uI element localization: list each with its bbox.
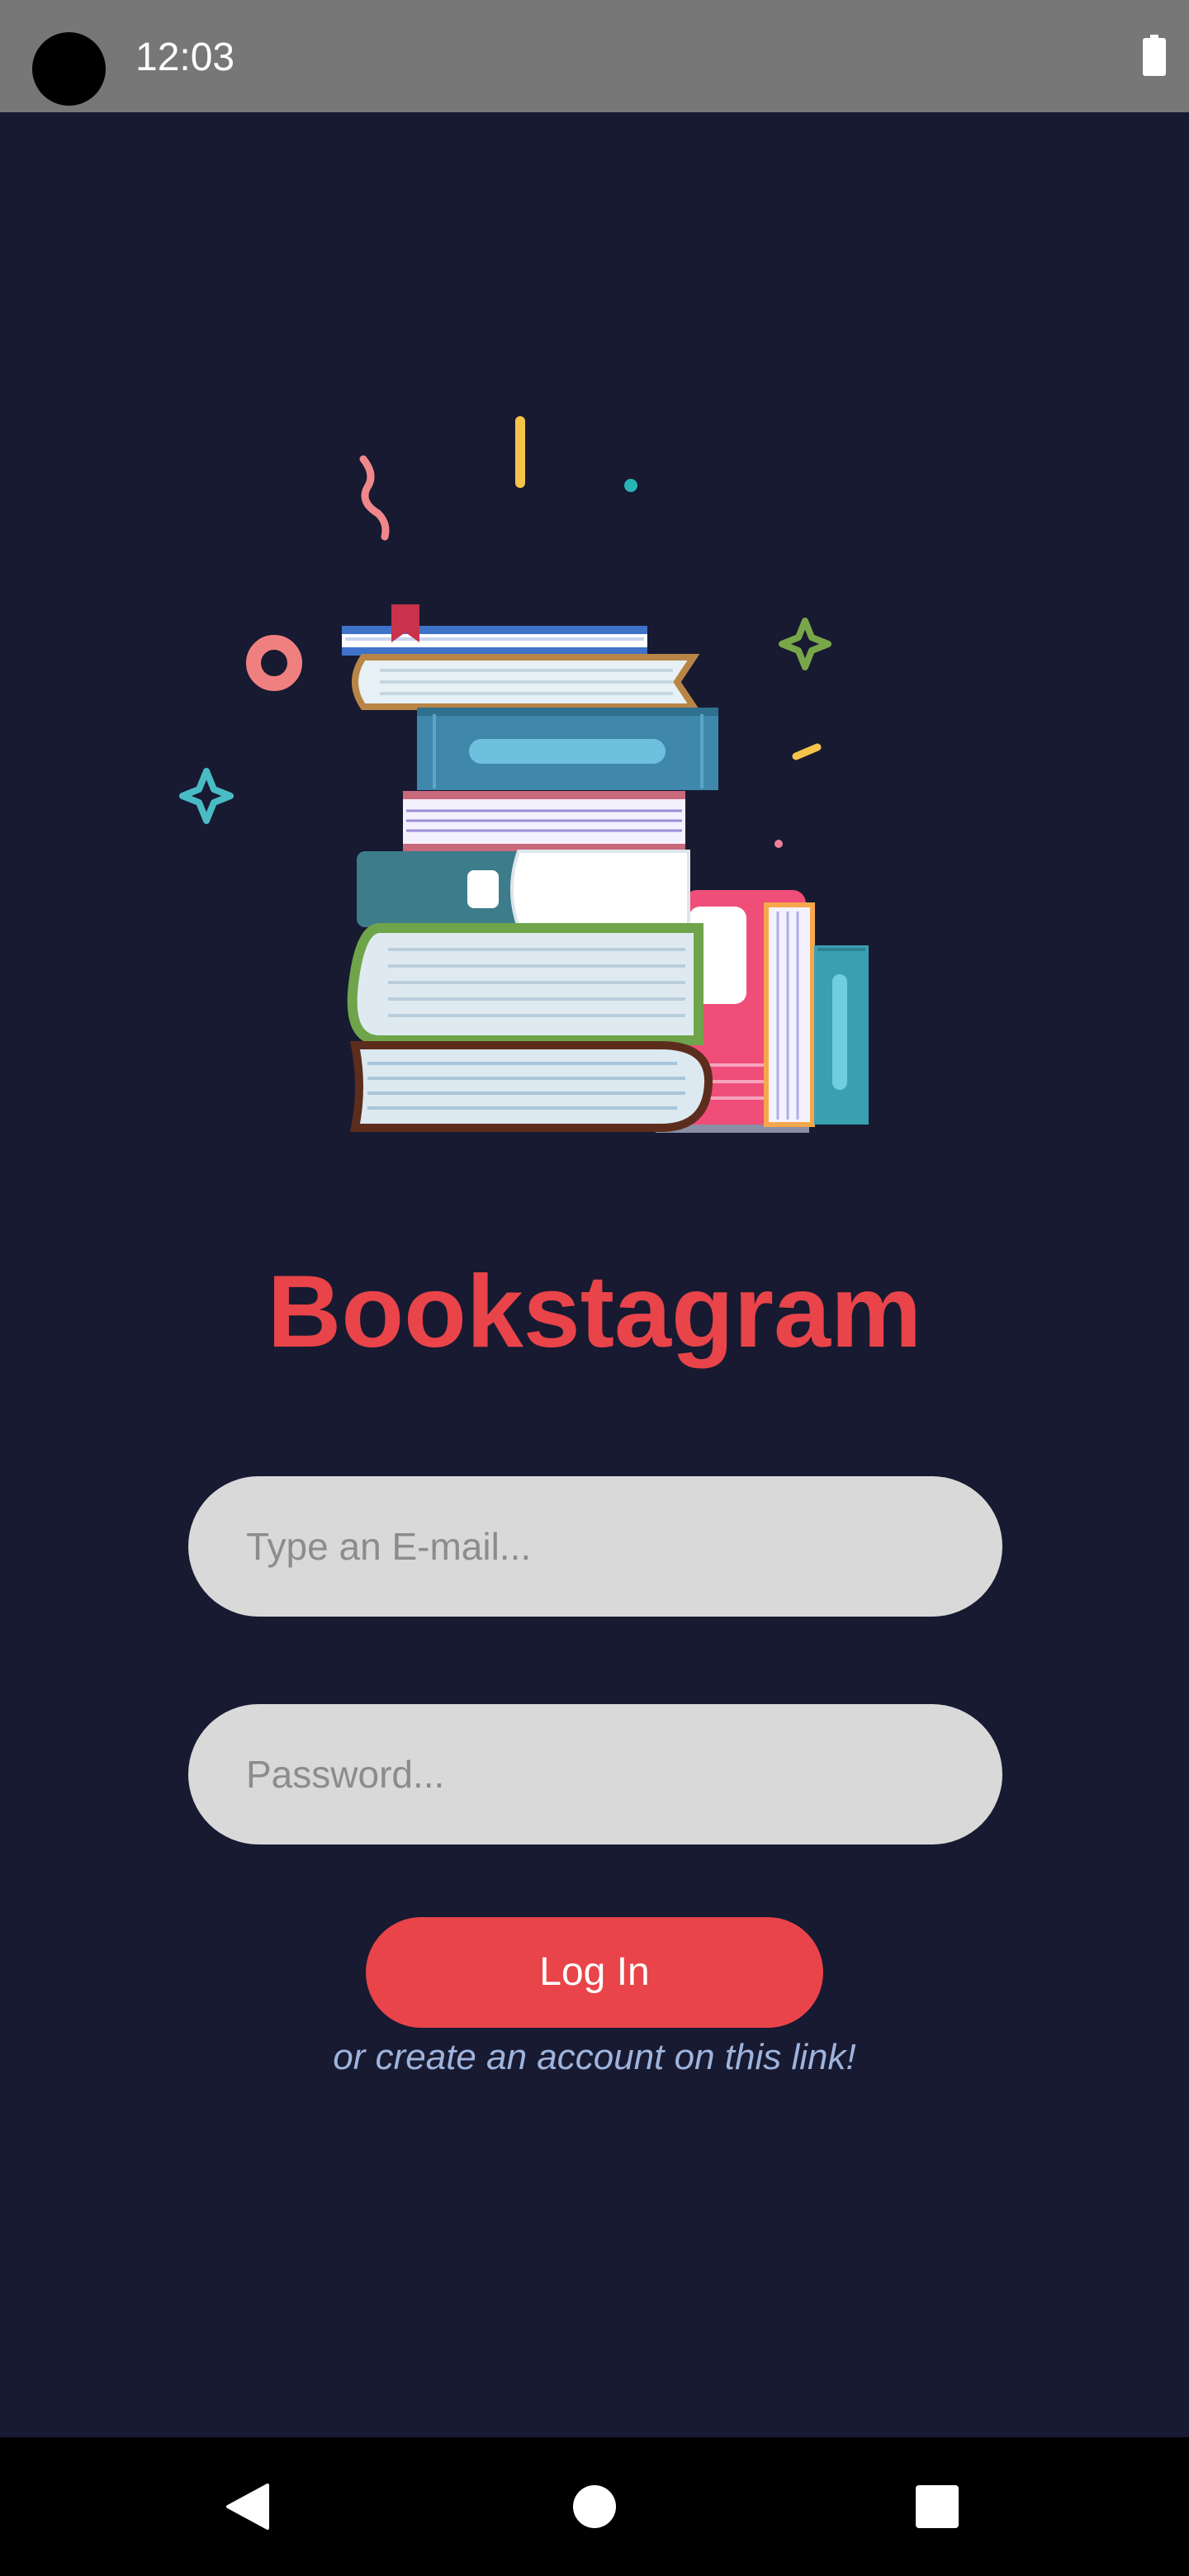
home-button[interactable] xyxy=(512,2437,677,2576)
battery-full-icon xyxy=(1143,35,1166,76)
status-bar: 12:03 xyxy=(0,0,1189,112)
back-triangle-icon xyxy=(226,2484,269,2530)
create-account-link[interactable]: or create an account on this link! xyxy=(0,2033,1189,2082)
password-field[interactable] xyxy=(188,1704,1002,1844)
login-button[interactable]: Log In xyxy=(366,1917,823,2028)
camera-cutout xyxy=(32,32,106,106)
back-button[interactable] xyxy=(165,2437,330,2576)
recents-button[interactable] xyxy=(855,2437,1020,2576)
book-stack-illustration xyxy=(179,416,869,1133)
confetti-dash xyxy=(792,743,822,760)
confetti-squiggle xyxy=(359,455,390,541)
sparkle-green xyxy=(779,618,831,670)
sparkle-teal xyxy=(179,768,234,824)
recents-square-icon xyxy=(916,2485,959,2528)
navigation-bar xyxy=(0,2437,1189,2576)
home-circle-icon xyxy=(573,2485,616,2528)
confetti-pink-dot xyxy=(775,840,783,848)
confetti-ring xyxy=(246,635,302,691)
status-time: 12:03 xyxy=(135,36,235,79)
login-screen: 12:03 Bookstagram Type an E-mail... Log … xyxy=(0,0,1189,2576)
app-title: Bookstagram xyxy=(267,1255,922,1369)
confetti-dot xyxy=(624,479,637,492)
email-field[interactable] xyxy=(188,1476,1002,1617)
